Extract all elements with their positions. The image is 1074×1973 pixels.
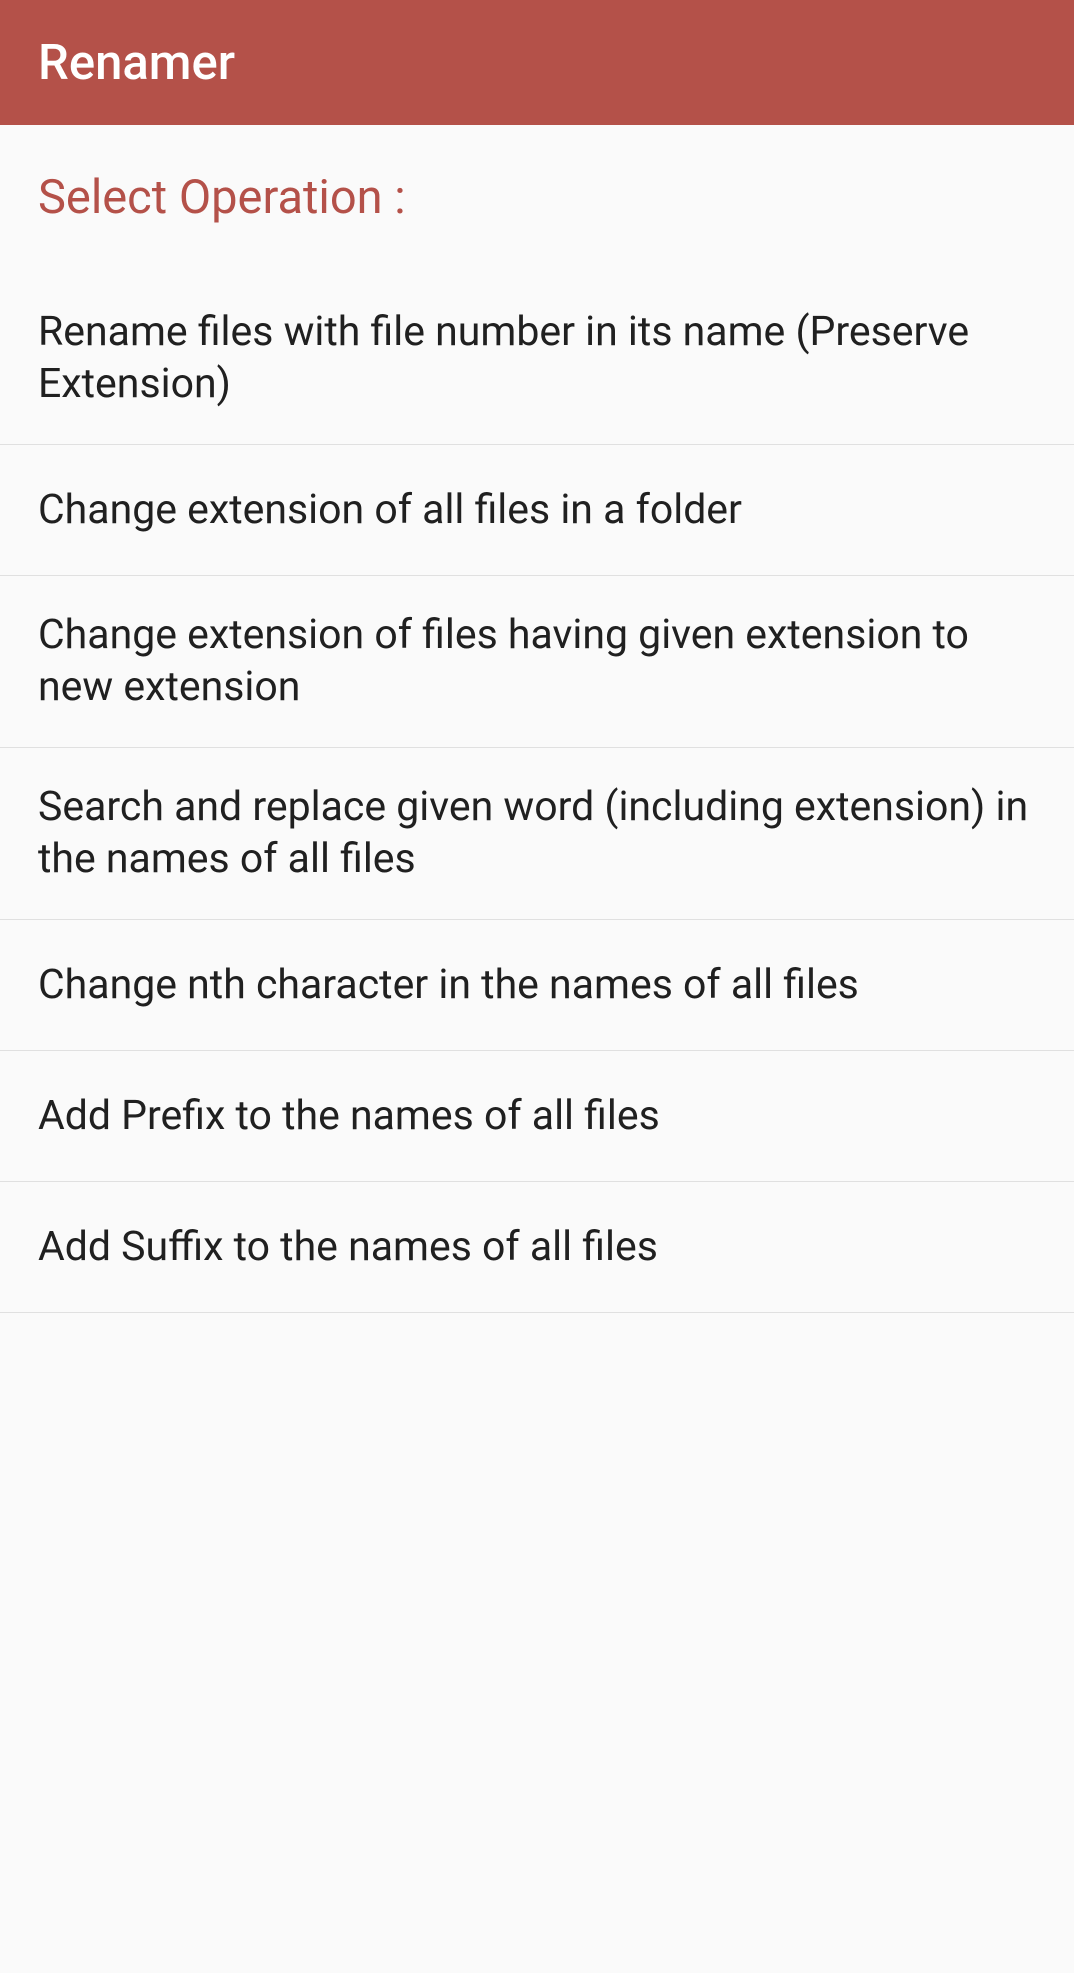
operation-change-nth-char[interactable]: Change nth character in the names of all… [0,920,1074,1051]
operation-change-extension-all[interactable]: Change extension of all files in a folde… [0,445,1074,576]
operation-add-prefix[interactable]: Add Prefix to the names of all files [0,1051,1074,1182]
main-content: Select Operation : Rename files with fil… [0,125,1074,1313]
list-item-label: Search and replace given word (including… [38,781,1036,886]
operation-change-extension-given[interactable]: Change extension of files having given e… [0,576,1074,748]
list-item-label: Change extension of all files in a folde… [38,484,742,536]
list-item-label: Rename files with file number in its nam… [38,306,1036,411]
section-header: Select Operation : [0,170,1074,273]
list-item-label: Add Suffix to the names of all files [38,1221,658,1273]
list-item-label: Add Prefix to the names of all files [38,1090,660,1142]
app-title: Renamer [38,34,235,91]
operation-add-suffix[interactable]: Add Suffix to the names of all files [0,1182,1074,1313]
list-item-label: Change extension of files having given e… [38,609,1036,714]
operation-search-replace[interactable]: Search and replace given word (including… [0,748,1074,920]
operation-rename-with-number[interactable]: Rename files with file number in its nam… [0,273,1074,445]
app-bar: Renamer [0,0,1074,125]
list-item-label: Change nth character in the names of all… [38,959,859,1011]
